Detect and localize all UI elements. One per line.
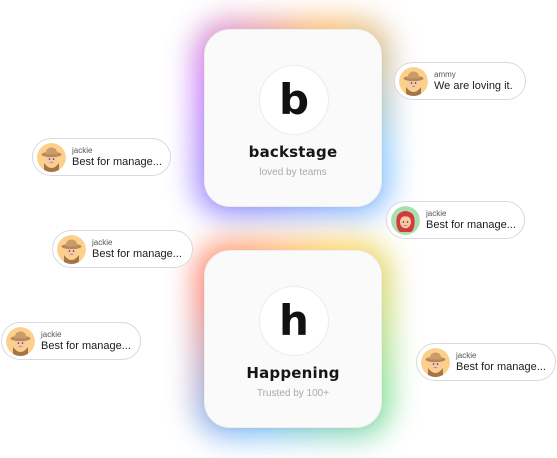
comment-author: jackie	[426, 208, 447, 218]
comment-message: Best for manage...	[426, 218, 516, 231]
comment-message: Best for manage...	[72, 155, 162, 168]
cowboy-hat-avatar-icon	[57, 234, 86, 264]
happening-logo-icon: h	[259, 286, 329, 356]
comment-message: Best for manage...	[92, 247, 182, 260]
cowboy-hat-avatar-icon	[37, 142, 66, 172]
comment-bubble-jackie[interactable]: jackie Best for manage...	[52, 230, 193, 268]
comment-bubble-ammy[interactable]: ammy We are loving it.	[394, 62, 526, 100]
comment-author: jackie	[41, 329, 62, 339]
comment-bubble-jackie[interactable]: jackie Best for manage...	[416, 343, 556, 381]
happening-card-wrap: h Happening Trusted by 100+	[194, 240, 392, 438]
comment-bubble-jackie[interactable]: jackie Best for manage...	[386, 201, 525, 239]
comment-author: jackie	[92, 237, 113, 247]
happening-card[interactable]: h Happening Trusted by 100+	[204, 250, 382, 428]
comment-message: We are loving it.	[434, 79, 513, 92]
backstage-card-wrap: b backstage loved by teams	[194, 19, 392, 217]
comment-bubble-jackie[interactable]: jackie Best for manage...	[1, 322, 141, 360]
backstage-card[interactable]: b backstage loved by teams	[204, 29, 382, 207]
comment-message: Best for manage...	[41, 339, 131, 352]
backstage-subtitle: loved by teams	[259, 167, 327, 178]
red-hair-avatar-icon	[391, 205, 420, 235]
backstage-title: backstage	[248, 143, 338, 161]
comment-author: ammy	[434, 69, 456, 79]
comment-author: jackie	[456, 350, 477, 360]
cowboy-hat-avatar-icon	[6, 326, 35, 356]
comment-bubble-jackie[interactable]: jackie Best for manage...	[32, 138, 171, 176]
happening-subtitle: Trusted by 100+	[256, 388, 330, 399]
happening-title: Happening	[246, 364, 340, 382]
comment-author: jackie	[72, 145, 93, 155]
comment-message: Best for manage...	[456, 360, 546, 373]
backstage-logo-icon: b	[259, 65, 329, 135]
cowboy-hat-avatar-icon	[421, 347, 450, 377]
cowboy-hat-avatar-icon	[399, 66, 428, 96]
